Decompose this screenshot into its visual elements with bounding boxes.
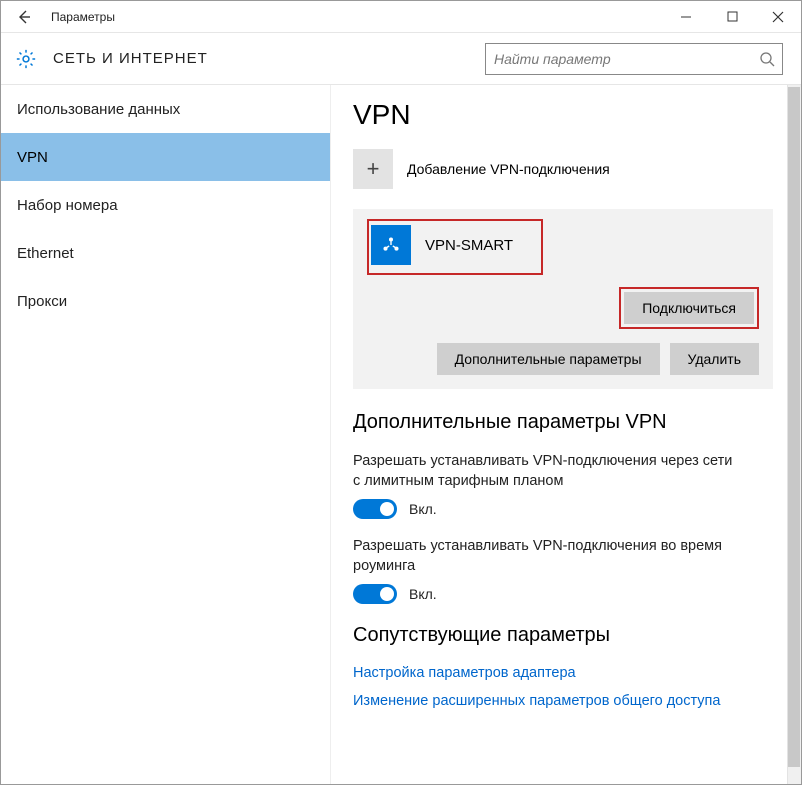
sidebar-item-label: Прокси (17, 293, 67, 310)
gear-icon (15, 48, 37, 70)
vpn-connection-row[interactable]: VPN-SMART (371, 223, 513, 267)
maximize-button[interactable] (709, 1, 755, 32)
sidebar-item-proxy[interactable]: Прокси (1, 277, 330, 325)
connect-highlight: Подключиться (619, 287, 759, 329)
add-vpn-button[interactable]: + Добавление VPN-подключения (353, 147, 773, 191)
close-icon (772, 11, 784, 23)
minimize-button[interactable] (663, 1, 709, 32)
toggle-metered-state: Вкл. (409, 501, 437, 517)
setting-metered-desc: Разрешать устанавливать VPN-подключения … (353, 452, 733, 491)
toggle-metered[interactable] (353, 499, 397, 519)
plus-icon: + (353, 149, 393, 189)
content: VPN + Добавление VPN-подключения (331, 85, 801, 784)
add-vpn-label: Добавление VPN-подключения (407, 161, 610, 177)
titlebar: Параметры (1, 1, 801, 33)
page-title: VPN (353, 99, 773, 131)
sidebar-item-label: VPN (17, 149, 48, 166)
setting-roaming: Разрешать устанавливать VPN-подключения … (353, 537, 773, 604)
link-sharing-settings[interactable]: Изменение расширенных параметров общего … (353, 693, 773, 709)
setting-metered: Разрешать устанавливать VPN-подключения … (353, 452, 773, 519)
vpn-connection-name: VPN-SMART (425, 237, 513, 254)
advanced-button[interactable]: Дополнительные параметры (437, 343, 660, 375)
search-wrap (485, 43, 783, 75)
sidebar-item-ethernet[interactable]: Ethernet (1, 229, 330, 277)
close-button[interactable] (755, 1, 801, 32)
delete-button[interactable]: Удалить (670, 343, 759, 375)
vpn-connection-icon (371, 225, 411, 265)
vpn-connection-card: VPN-SMART Подключиться Дополнительные па… (353, 209, 773, 389)
header: СЕТЬ И ИНТЕРНЕТ (1, 33, 801, 85)
body: Использование данных VPN Набор номера Et… (1, 85, 801, 784)
minimize-icon (680, 11, 692, 23)
window-title: Параметры (47, 10, 663, 24)
scrollbar[interactable] (787, 85, 801, 784)
scrollbar-thumb[interactable] (788, 87, 800, 767)
toggle-roaming-state: Вкл. (409, 586, 437, 602)
connect-button[interactable]: Подключиться (624, 292, 754, 324)
search-input[interactable] (485, 43, 783, 75)
back-button[interactable] (1, 1, 47, 32)
maximize-icon (727, 11, 738, 22)
sidebar: Использование данных VPN Набор номера Et… (1, 85, 331, 784)
advanced-heading: Дополнительные параметры VPN (353, 411, 773, 434)
link-adapter-settings[interactable]: Настройка параметров адаптера (353, 665, 773, 681)
sidebar-item-label: Ethernet (17, 245, 74, 262)
sidebar-item-label: Набор номера (17, 197, 118, 214)
section-title: СЕТЬ И ИНТЕРНЕТ (53, 50, 485, 67)
toggle-roaming[interactable] (353, 584, 397, 604)
setting-roaming-desc: Разрешать устанавливать VPN-подключения … (353, 537, 733, 576)
window-controls (663, 1, 801, 32)
settings-window: Параметры СЕТЬ И ИНТЕРНЕТ Ис (0, 0, 802, 785)
secondary-buttons-row: Дополнительные параметры Удалить (367, 343, 759, 375)
sidebar-item-vpn[interactable]: VPN (1, 133, 330, 181)
sidebar-item-data-usage[interactable]: Использование данных (1, 85, 330, 133)
vpn-entry-highlight: VPN-SMART (367, 219, 543, 275)
arrow-left-icon (16, 9, 32, 25)
search-icon (759, 51, 775, 67)
network-icon (380, 234, 402, 256)
connect-row: Подключиться (367, 287, 759, 329)
sidebar-item-label: Использование данных (17, 101, 180, 118)
related-heading: Сопутствующие параметры (353, 624, 773, 647)
sidebar-item-dialup[interactable]: Набор номера (1, 181, 330, 229)
